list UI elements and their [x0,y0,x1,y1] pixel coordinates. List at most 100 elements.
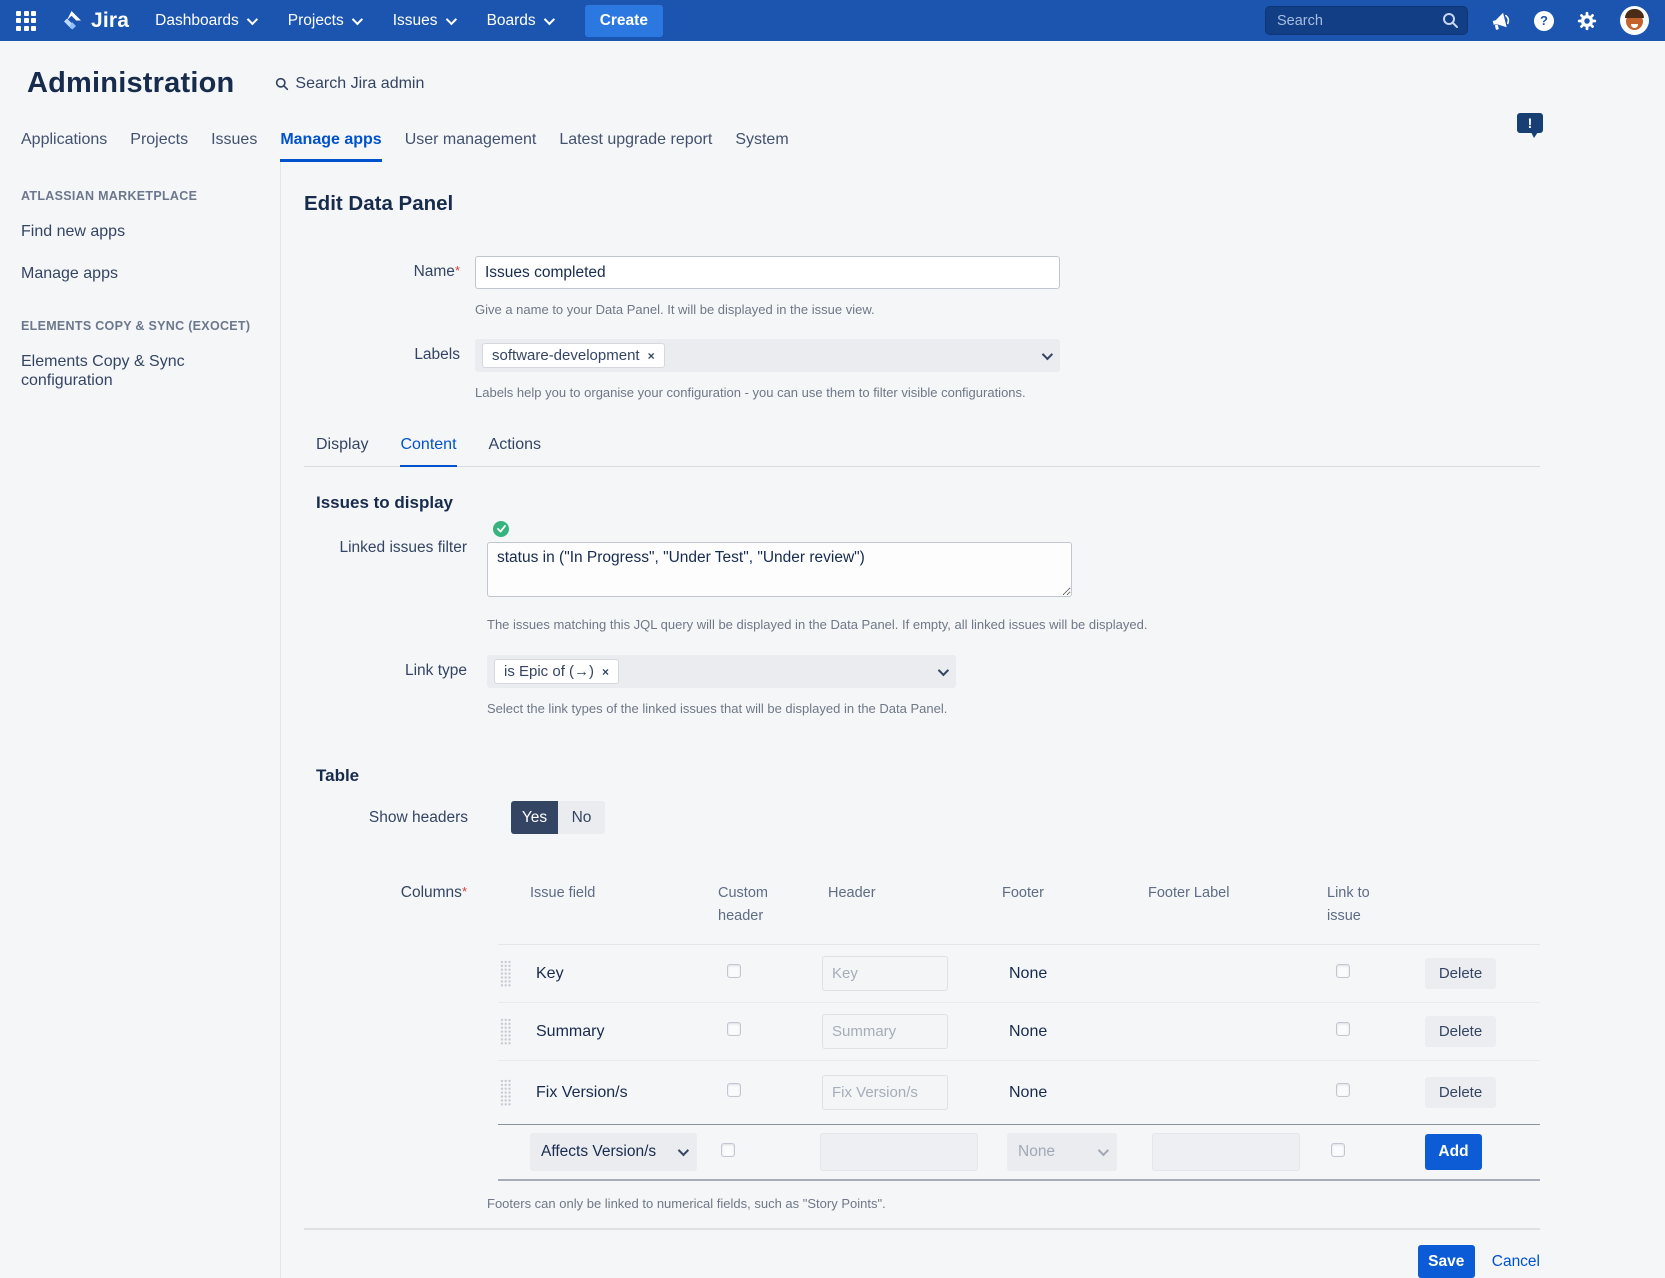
sidebar-item-manage-apps[interactable]: Manage apps [21,264,231,283]
chevron-down-icon [1042,348,1053,359]
col-header-custom-header: Custom header [718,882,822,928]
col-header-header: Header [822,882,1000,905]
drag-handle-icon[interactable] [500,1079,511,1106]
add-column-row: Affects Version/s None Add [498,1125,1540,1181]
tab-projects[interactable]: Projects [130,131,188,162]
jql-filter-helper: The issues matching this JQL query will … [487,617,1147,632]
form-divider [304,1228,1540,1230]
tab-latest-upgrade-report[interactable]: Latest upgrade report [559,131,712,162]
valid-check-icon [493,521,509,537]
admin-sidebar: ATLASSIAN MARKETPLACE Find new apps Mana… [0,162,281,1278]
delete-button[interactable]: Delete [1425,1016,1496,1047]
link-to-issue-checkbox[interactable] [1336,1022,1350,1036]
table-row: Key None Delete [498,945,1540,1003]
tab-manage-apps[interactable]: Manage apps [280,131,381,162]
col-header-link-to-issue: Link to issue [1327,882,1425,928]
tab-display[interactable]: Display [316,436,368,466]
jira-logo-text: Jira [91,9,129,33]
custom-header-checkbox[interactable] [721,1143,735,1157]
navbar-search-input[interactable] [1265,6,1468,35]
tab-content[interactable]: Content [400,436,456,467]
add-button[interactable]: Add [1425,1134,1482,1170]
table-heading: Table [304,766,1540,786]
gear-icon [1576,10,1598,32]
name-input[interactable] [475,256,1060,289]
header-input-empty[interactable] [820,1133,978,1171]
link-to-issue-checkbox[interactable] [1336,1083,1350,1097]
jql-filter-textarea[interactable]: status in ("In Progress", "Under Test", … [487,542,1072,597]
labels-label: Labels [304,339,460,400]
search-icon [275,77,289,91]
panel-tab-bar: Display Content Actions [304,436,1540,467]
admin-header: Administration Search Jira admin ! [0,41,1665,100]
drag-handle-icon[interactable] [500,960,511,987]
nav-projects[interactable]: Projects [288,12,360,30]
help-button[interactable]: ? [1534,11,1554,31]
linked-issues-filter-label: Linked issues filter [304,521,467,632]
row-field-name: Fix Version/s [530,1084,718,1102]
labels-select[interactable]: software-development × [475,339,1060,372]
link-to-issue-checkbox[interactable] [1336,964,1350,978]
announcements-button[interactable] [1490,11,1512,31]
toggle-no[interactable]: No [558,801,605,834]
footer-value: None [1000,965,1146,983]
custom-header-checkbox[interactable] [727,1083,741,1097]
settings-button[interactable] [1576,10,1598,32]
footer-value: None [1000,1023,1146,1041]
toggle-yes[interactable]: Yes [511,801,558,834]
jira-logo[interactable]: Jira [60,9,129,33]
link-type-label: Link type [304,655,467,716]
tab-applications[interactable]: Applications [21,131,107,162]
page-heading-administration: Administration [27,67,234,100]
table-row: Summary None Delete [498,1003,1540,1061]
header-input[interactable] [822,956,948,991]
drag-handle-icon[interactable] [500,1018,511,1045]
sidebar-item-find-new-apps[interactable]: Find new apps [21,222,231,241]
remove-chip-icon[interactable]: × [648,349,655,363]
sidebar-heading-exocet: ELEMENTS COPY & SYNC (EXOCET) [21,319,262,333]
nav-issues[interactable]: Issues [393,12,454,30]
cancel-link[interactable]: Cancel [1492,1253,1540,1271]
col-header-footer: Footer [1000,882,1146,905]
save-button[interactable]: Save [1418,1245,1475,1278]
create-button[interactable]: Create [585,5,663,37]
custom-header-checkbox[interactable] [727,964,741,978]
tab-actions[interactable]: Actions [489,436,541,466]
nav-boards[interactable]: Boards [487,12,552,30]
footer-select[interactable]: None [1007,1133,1117,1171]
chevron-down-icon [247,13,258,24]
custom-header-checkbox[interactable] [727,1022,741,1036]
app-grid-icon[interactable] [16,11,36,31]
remove-chip-icon[interactable]: × [602,665,609,679]
delete-button[interactable]: Delete [1425,958,1496,989]
nav-dashboards[interactable]: Dashboards [155,12,255,30]
link-type-select[interactable]: is Epic of (→) × [487,655,956,688]
footers-note: Footers can only be linked to numerical … [487,1196,1540,1211]
issue-field-select[interactable]: Affects Version/s [530,1133,697,1171]
footer-value: None [1000,1084,1146,1102]
columns-header-row: Issue field Custom header Header Footer … [498,882,1540,945]
tab-user-management[interactable]: User management [405,131,537,162]
row-field-name: Summary [530,1023,718,1041]
link-to-issue-checkbox[interactable] [1331,1143,1345,1157]
link-type-chip: is Epic of (→) × [494,659,619,684]
page-title: Edit Data Panel [304,192,1540,216]
tab-issues[interactable]: Issues [211,131,257,162]
col-header-footer-label: Footer Label [1146,882,1327,905]
chevron-down-icon [445,13,456,24]
required-asterisk: * [455,263,460,278]
user-avatar[interactable] [1620,6,1649,35]
sidebar-item-exocet-configuration[interactable]: Elements Copy & Sync configuration [21,352,231,390]
chevron-down-icon [678,1145,689,1156]
required-asterisk: * [462,884,467,899]
header-input[interactable] [822,1075,948,1110]
footer-label-input-empty[interactable] [1152,1133,1300,1171]
show-headers-label: Show headers [304,801,468,834]
delete-button[interactable]: Delete [1425,1077,1496,1108]
chevron-down-icon [352,13,363,24]
tab-system[interactable]: System [735,131,788,162]
sidebar-heading-marketplace: ATLASSIAN MARKETPLACE [21,189,262,203]
feedback-icon[interactable]: ! [1517,113,1543,133]
header-input[interactable] [822,1014,948,1049]
search-jira-admin[interactable]: Search Jira admin [275,75,424,93]
